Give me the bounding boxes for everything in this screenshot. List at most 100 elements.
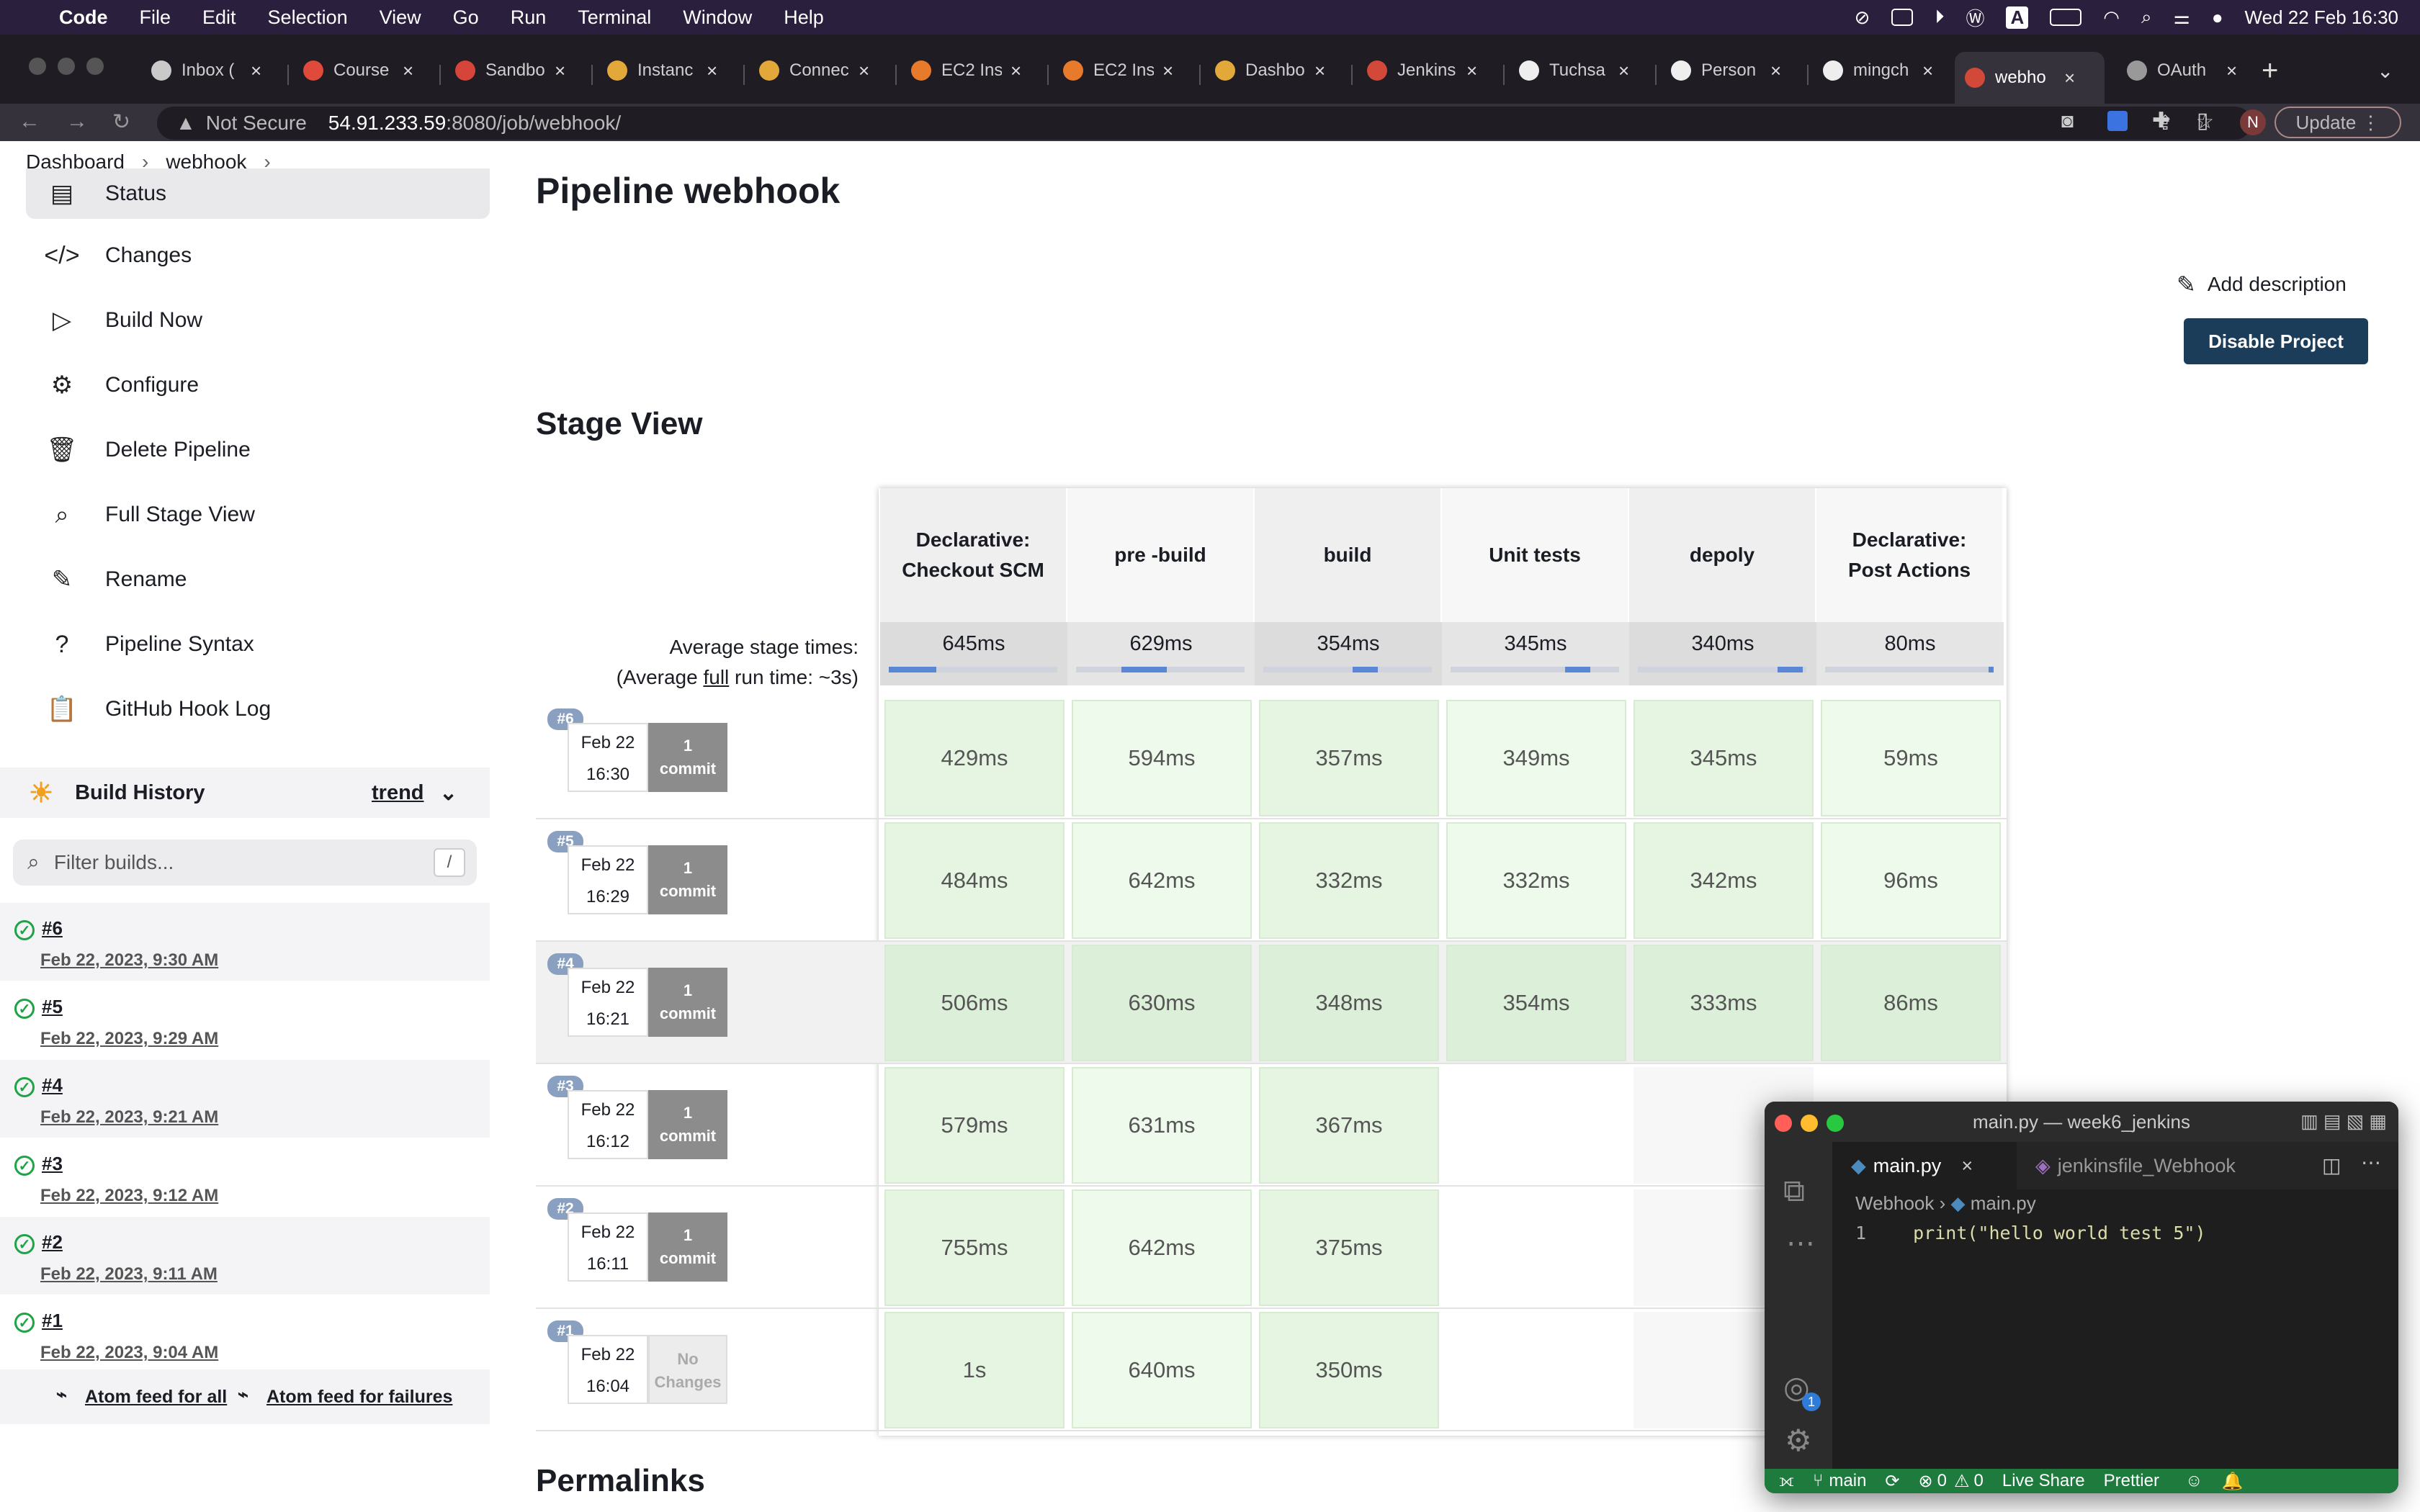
- close-tab-icon[interactable]: ×: [1961, 1155, 1973, 1177]
- new-tab-button[interactable]: +: [2262, 55, 2278, 87]
- browser-tab[interactable]: EC2 Ins ×: [1053, 52, 1194, 89]
- build-number-link[interactable]: #3: [42, 1153, 63, 1175]
- close-tab-icon[interactable]: ×: [859, 60, 869, 82]
- stage-cell[interactable]: 375ms: [1259, 1189, 1439, 1306]
- close-tab-icon[interactable]: ×: [1466, 60, 1477, 82]
- stage-cell[interactable]: 349ms: [1446, 700, 1626, 816]
- build-date-link[interactable]: Feb 22, 2023, 9:12 AM: [40, 1186, 218, 1206]
- stage-cell[interactable]: 96ms: [1821, 822, 2001, 939]
- browser-tab[interactable]: OAuth ×: [2117, 52, 2258, 89]
- build-history-row[interactable]: ✓ #1 Feb 22, 2023, 9:04 AM: [0, 1295, 490, 1373]
- menu-file[interactable]: File: [124, 6, 187, 29]
- error-count[interactable]: 0: [1937, 1471, 1947, 1491]
- build-number-link[interactable]: #1: [42, 1310, 63, 1332]
- add-description-link[interactable]: ✎ Add description: [2177, 271, 2347, 298]
- window-zoom-dot[interactable]: [86, 58, 104, 75]
- wordpress-icon[interactable]: Ⓦ: [1966, 4, 1984, 31]
- close-tab-icon[interactable]: ×: [2226, 60, 2237, 82]
- remote-icon[interactable]: ⟗: [1779, 1471, 1794, 1491]
- notifications-bell-icon[interactable]: 🔔: [2222, 1471, 2244, 1492]
- zoom-dot[interactable]: [1827, 1115, 1844, 1132]
- run-changes[interactable]: 1 commit: [648, 1090, 727, 1159]
- filter-builds-input[interactable]: ⌕ Filter builds... /: [13, 840, 477, 886]
- close-tab-icon[interactable]: ×: [1770, 60, 1781, 82]
- chevron-down-icon[interactable]: ⌄: [439, 780, 457, 806]
- build-date-link[interactable]: Feb 22, 2023, 9:21 AM: [40, 1107, 218, 1128]
- code-line[interactable]: print("hello world test 5"): [1913, 1223, 2205, 1243]
- sidebar-item-build-now[interactable]: ▷ Build Now: [26, 295, 490, 346]
- menu-view[interactable]: View: [364, 6, 437, 29]
- stage-cell[interactable]: 642ms: [1072, 822, 1252, 939]
- stage-cell[interactable]: 86ms: [1821, 945, 2001, 1061]
- warning-count[interactable]: 0: [1974, 1471, 1984, 1491]
- build-number-link[interactable]: #6: [42, 917, 63, 940]
- run-changes[interactable]: 1 commit: [648, 723, 727, 792]
- close-tab-icon[interactable]: ×: [1314, 60, 1325, 82]
- stage-cell[interactable]: 429ms: [884, 700, 1065, 816]
- close-tab-icon[interactable]: ×: [1010, 60, 1021, 82]
- menu-edit[interactable]: Edit: [187, 6, 252, 29]
- menu-app-name[interactable]: Code: [43, 6, 124, 29]
- build-date-link[interactable]: Feb 22, 2023, 9:04 AM: [40, 1343, 218, 1363]
- menu-window[interactable]: Window: [667, 6, 768, 29]
- run-changes[interactable]: 1 commit: [648, 1212, 727, 1282]
- run-changes[interactable]: 1 commit: [648, 968, 727, 1037]
- stage-cell[interactable]: 354ms: [1446, 945, 1626, 1061]
- menu-go[interactable]: Go: [437, 6, 495, 29]
- sidebar-item-pipeline-syntax[interactable]: ? Pipeline Syntax: [26, 619, 490, 670]
- battery-icon[interactable]: [2050, 9, 2082, 26]
- tab-jenkinsfile[interactable]: ◈ jenkinsfile_Webhook: [2017, 1142, 2276, 1189]
- settings-gear-icon[interactable]: ⚙: [1785, 1423, 1812, 1458]
- back-arrow-icon[interactable]: ←: [19, 109, 40, 134]
- menu-selection[interactable]: Selection: [252, 6, 364, 29]
- live-share-button[interactable]: Live Share: [2002, 1471, 2085, 1491]
- stage-cell[interactable]: 342ms: [1634, 822, 1814, 939]
- sidebar-item-changes[interactable]: </> Changes: [26, 230, 490, 281]
- layout-toggle-icons[interactable]: ▥ ▤ ▧ ▦: [2300, 1110, 2387, 1133]
- build-date-link[interactable]: Feb 22, 2023, 9:30 AM: [40, 950, 218, 971]
- sidebar-item-rename[interactable]: ✎ Rename: [26, 554, 490, 605]
- close-tab-icon[interactable]: ×: [2064, 67, 2075, 89]
- browser-tab[interactable]: Instanc ×: [597, 52, 738, 89]
- sidebar-item-configure[interactable]: ⚙ Configure: [26, 360, 490, 410]
- disable-project-button[interactable]: Disable Project: [2184, 318, 2368, 364]
- control-center-icon[interactable]: ⚌: [2174, 6, 2190, 29]
- stage-cell[interactable]: 350ms: [1259, 1312, 1439, 1428]
- stage-cell[interactable]: 333ms: [1634, 945, 1814, 1061]
- stage-cell[interactable]: 594ms: [1072, 700, 1252, 816]
- extensions-icon[interactable]: ✚: [2152, 108, 2170, 133]
- keyboard-icon[interactable]: [1891, 9, 1914, 26]
- sidebar-item-status[interactable]: ▤ Status: [26, 168, 490, 219]
- tab-main-py[interactable]: ◆ main.py ×: [1832, 1142, 2017, 1189]
- browser-tab[interactable]: EC2 Ins ×: [901, 52, 1042, 89]
- close-tab-icon[interactable]: ×: [1618, 60, 1629, 82]
- stage-cell[interactable]: 348ms: [1259, 945, 1439, 1061]
- stage-cell[interactable]: 630ms: [1072, 945, 1252, 1061]
- browser-tab[interactable]: Person ×: [1661, 52, 1802, 89]
- browser-tab[interactable]: mingch ×: [1813, 52, 1954, 89]
- feedback-icon[interactable]: ☺: [2185, 1471, 2203, 1491]
- build-number-link[interactable]: #2: [42, 1231, 63, 1254]
- build-history-row[interactable]: ✓ #6 Feb 22, 2023, 9:30 AM: [0, 903, 490, 981]
- stage-cell[interactable]: 484ms: [884, 822, 1065, 939]
- browser-tab[interactable]: Sandbo ×: [445, 52, 586, 89]
- menu-terminal[interactable]: Terminal: [562, 6, 667, 29]
- more-icon[interactable]: ⋯: [1786, 1227, 1815, 1260]
- browser-tab[interactable]: Dashbo ×: [1205, 52, 1346, 89]
- stage-cell[interactable]: 367ms: [1259, 1067, 1439, 1184]
- full-run-link[interactable]: full: [703, 666, 729, 688]
- input-source-icon[interactable]: A: [2006, 6, 2029, 29]
- explorer-icon[interactable]: ⧉: [1783, 1174, 1805, 1209]
- address-bar[interactable]: ▲ Not Secure 54.91.233.59 :8080/job/webh…: [157, 107, 2251, 140]
- stage-cell[interactable]: 631ms: [1072, 1067, 1252, 1184]
- spotlight-search-icon[interactable]: ⌕: [2141, 6, 2152, 29]
- menu-run[interactable]: Run: [495, 6, 563, 29]
- forward-arrow-icon[interactable]: →: [66, 109, 88, 134]
- browser-tab[interactable]: Connec ×: [749, 52, 890, 89]
- sync-icon[interactable]: ⟳: [1885, 1471, 1899, 1492]
- editor-more-icon[interactable]: ⋯: [2361, 1151, 2381, 1174]
- close-dot[interactable]: [1775, 1115, 1792, 1132]
- close-tab-icon[interactable]: ×: [251, 60, 261, 82]
- browser-tab[interactable]: Tuchsa ×: [1509, 52, 1650, 89]
- stage-cell[interactable]: 755ms: [884, 1189, 1065, 1306]
